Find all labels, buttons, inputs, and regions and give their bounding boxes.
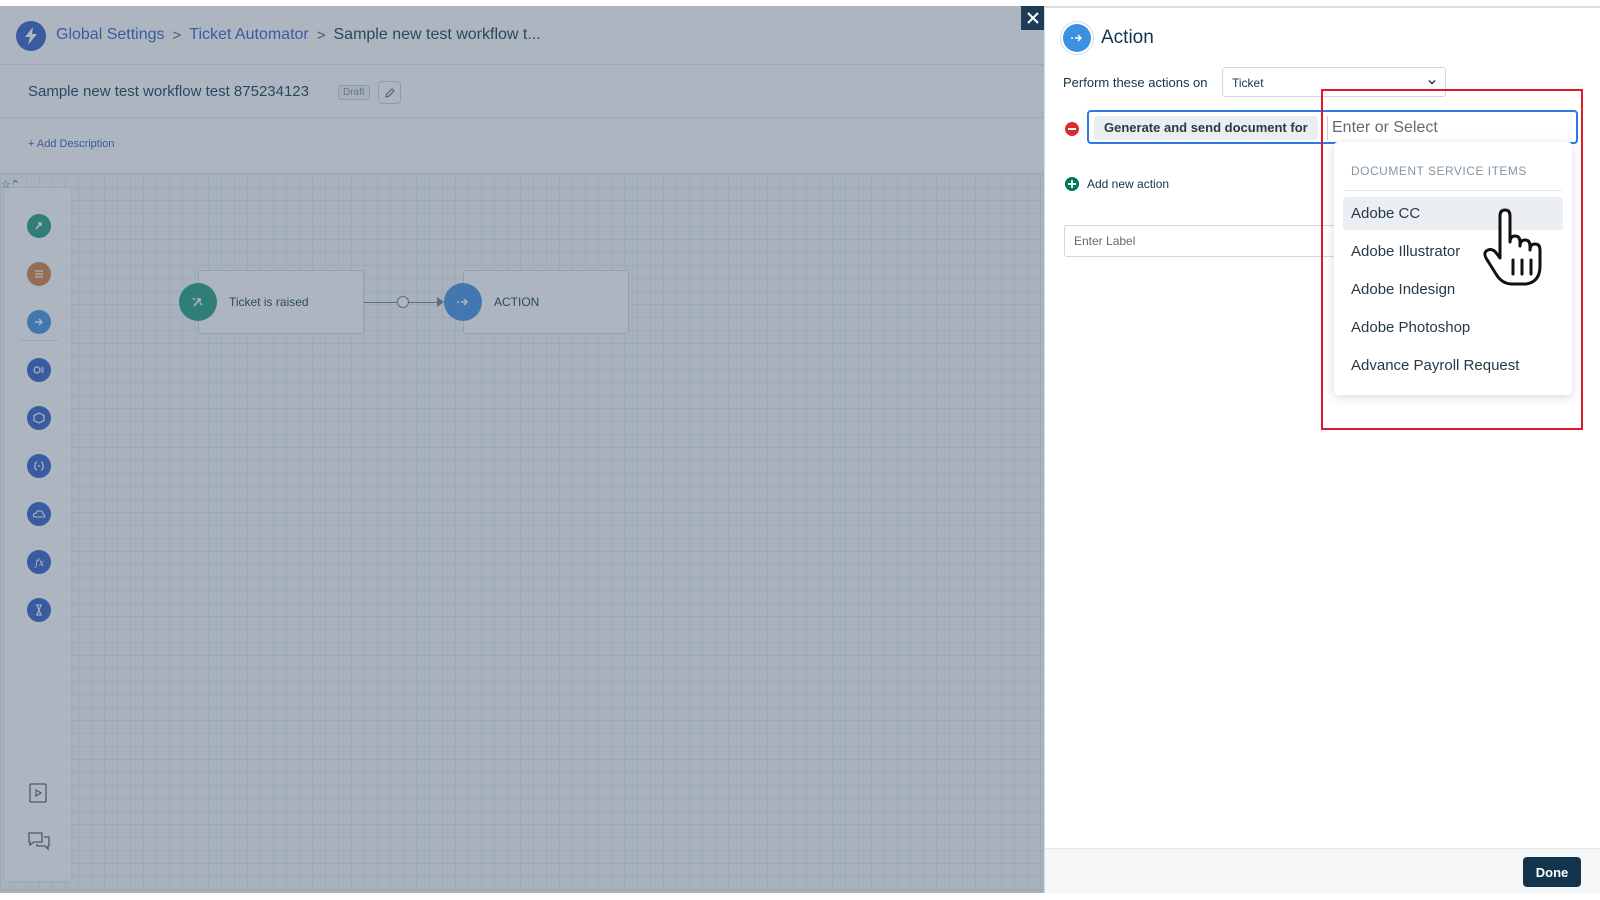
perform-on-value: Ticket [1232, 76, 1264, 90]
close-panel-button[interactable] [1021, 6, 1045, 30]
close-icon [1027, 12, 1039, 24]
done-button[interactable]: Done [1523, 857, 1581, 887]
perform-on-label: Perform these actions on [1063, 75, 1208, 90]
modal-overlay[interactable] [0, 6, 1044, 893]
remove-action-icon[interactable] [1065, 122, 1079, 136]
app-frame: Global Settings > Ticket Automator > Sam… [0, 0, 1600, 900]
action-icon [1060, 21, 1094, 55]
add-new-action-label: Add new action [1087, 177, 1170, 191]
add-new-action-button[interactable]: Add new action [1065, 177, 1169, 191]
panel-footer: Done [1045, 848, 1600, 893]
panel-top-border [1044, 6, 1600, 8]
panel-title: Action [1101, 27, 1154, 48]
hand-cursor-icon [1483, 208, 1542, 286]
workflow-workspace: Global Settings > Ticket Automator > Sam… [0, 6, 1044, 893]
action-type-chip[interactable]: Generate and send document for [1094, 116, 1318, 140]
add-circle-icon [1065, 177, 1079, 191]
chevron-down-icon [1428, 80, 1436, 85]
